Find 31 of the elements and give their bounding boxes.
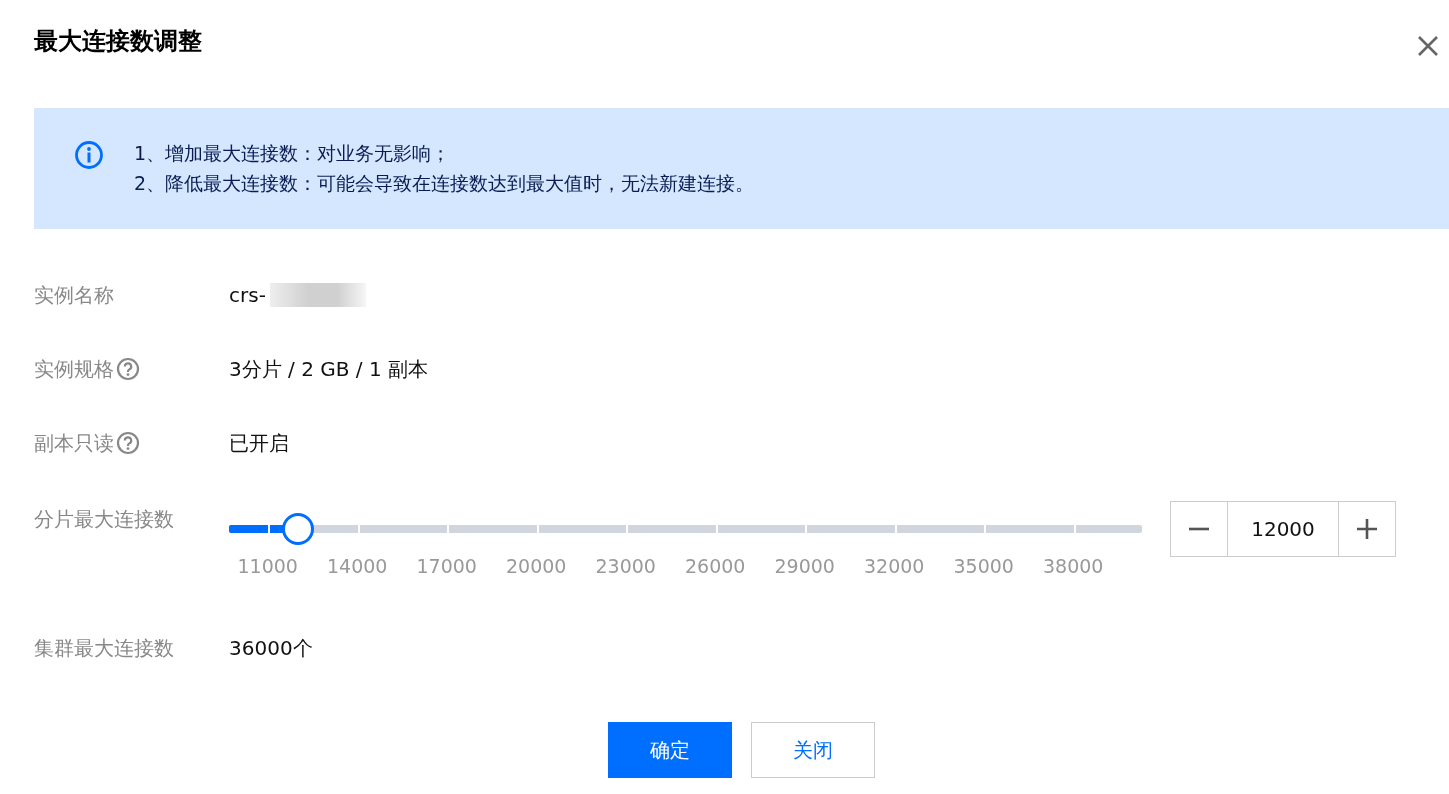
tick-label: 32000 (863, 555, 926, 577)
notice-text: 2、降低最大连接数：可能会导致在连接数达到最大值时，无法新建连接。 (134, 170, 755, 196)
field-label: 集群最大连接数 (34, 634, 174, 662)
tick-label: 17000 (415, 555, 478, 577)
tick-label: 29000 (773, 555, 836, 577)
field-value: 3分片 / 2 GB / 1 副本 (229, 355, 428, 383)
field-label: 实例规格 (34, 355, 114, 383)
tick-label: 26000 (684, 555, 747, 577)
help-icon[interactable] (116, 357, 140, 381)
tick-label: 14000 (326, 555, 389, 577)
tick-label: 38000 (1042, 555, 1105, 577)
field-label: 实例名称 (34, 281, 114, 309)
plus-icon (1357, 519, 1377, 539)
notice-text: 1、增加最大连接数：对业务无影响； (134, 140, 452, 166)
slider-thumb[interactable] (282, 513, 315, 545)
field-label: 副本只读 (34, 429, 114, 457)
field-value: 已开启 (229, 429, 289, 457)
field-value: 36000个 (229, 634, 313, 662)
tick-label: 23000 (594, 555, 657, 577)
field-value: crs- (229, 283, 266, 307)
close-icon[interactable] (1417, 35, 1439, 57)
confirm-button[interactable]: 确定 (608, 722, 732, 778)
help-icon[interactable] (116, 431, 140, 455)
tick-label: 11000 (236, 555, 299, 577)
minus-icon (1189, 527, 1209, 531)
close-button[interactable]: 关闭 (751, 722, 875, 778)
tick-label: 20000 (505, 555, 568, 577)
field-label: 分片最大连接数 (34, 505, 174, 533)
info-icon (74, 140, 104, 170)
tick-label: 35000 (952, 555, 1015, 577)
dialog-title: 最大连接数调整 (34, 26, 202, 57)
